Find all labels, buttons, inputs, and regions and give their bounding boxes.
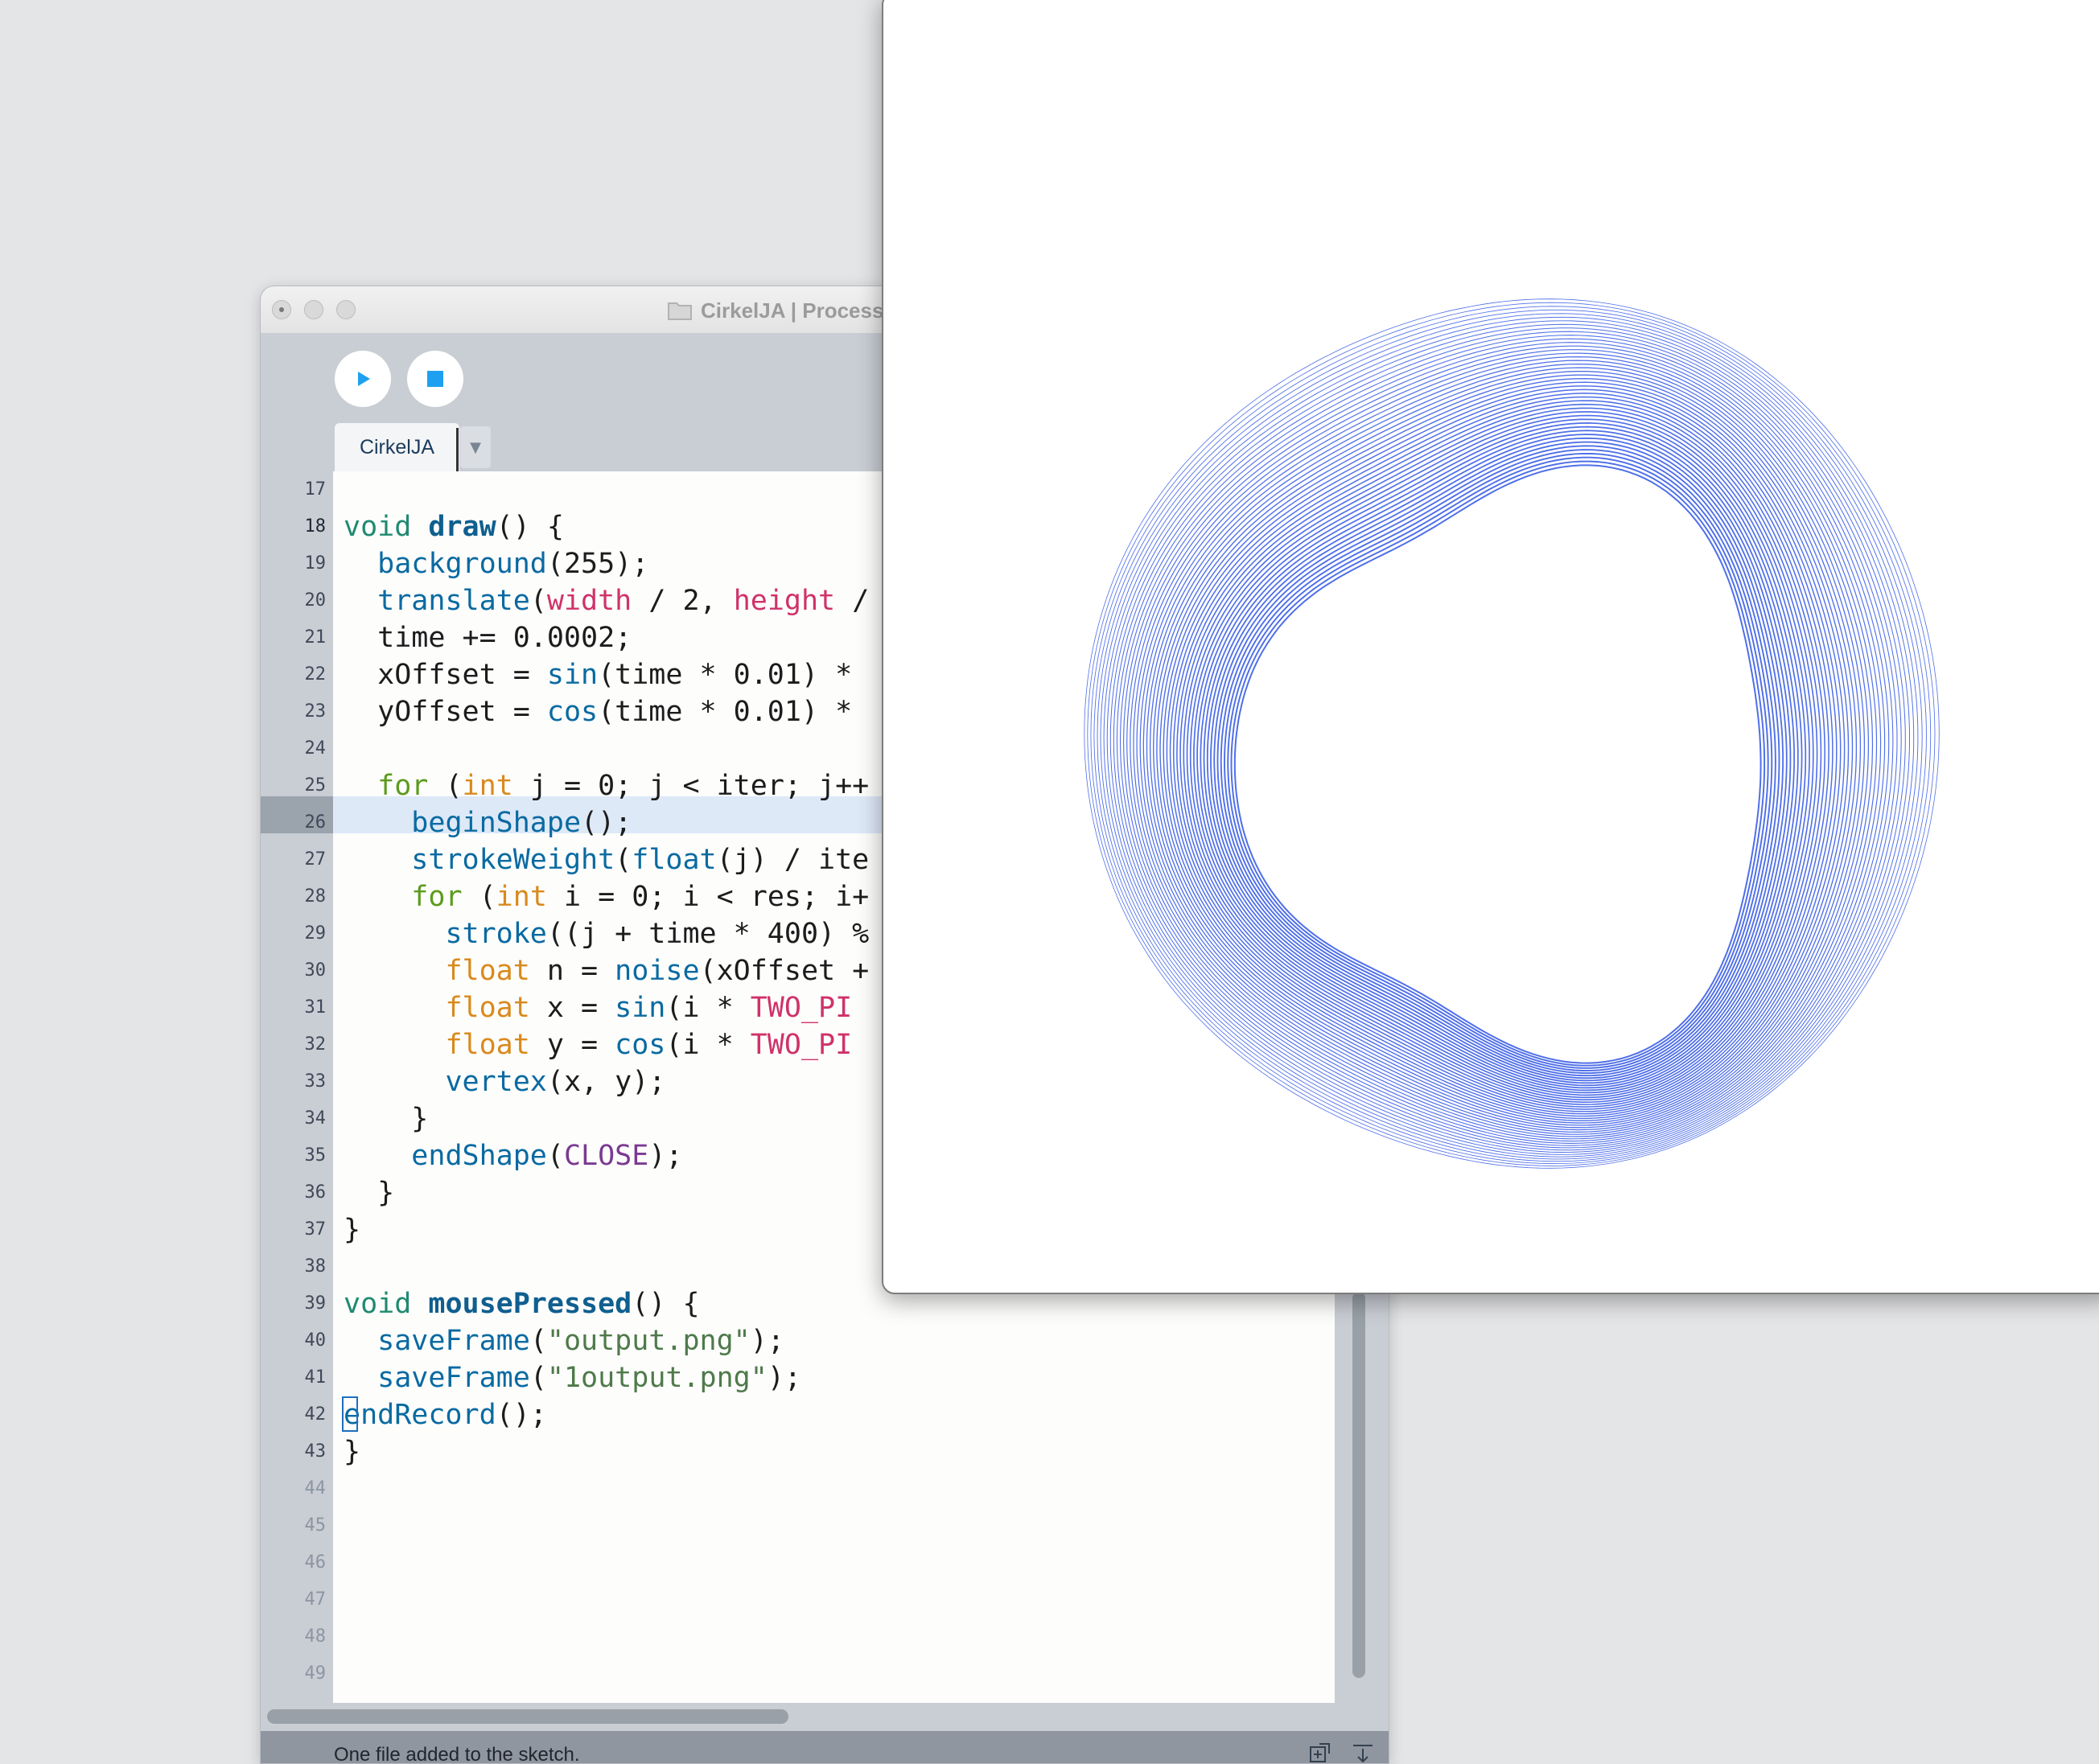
line-number-31: 31 xyxy=(304,997,327,1018)
horizontal-scrollbar[interactable] xyxy=(261,1703,1389,1731)
sketch-output-window[interactable] xyxy=(882,0,2099,1294)
code-line-25: for (int j = 0; j < iter; j++ xyxy=(377,770,870,802)
code-line-41: saveFrame("1output.png"); xyxy=(377,1362,801,1394)
tab-menu-button[interactable]: ▼ xyxy=(460,426,491,468)
line-number-33: 33 xyxy=(304,1071,327,1092)
code-line-20: translate(width / 2, height / xyxy=(377,585,870,617)
tab-cirkelja[interactable]: CirkelJA xyxy=(335,423,459,471)
line-number-29: 29 xyxy=(304,923,327,944)
stop-button[interactable] xyxy=(407,351,463,407)
sketch-ring xyxy=(1216,445,1780,1077)
code-line-40: saveFrame("output.png"); xyxy=(377,1325,784,1357)
line-number-27: 27 xyxy=(304,849,327,870)
sketch-canvas[interactable] xyxy=(883,0,2099,1293)
line-number-36: 36 xyxy=(304,1182,327,1203)
code-line-28: for (int i = 0; i < res; i+ xyxy=(411,881,870,913)
line-number-24: 24 xyxy=(304,738,327,759)
code-line-36: } xyxy=(344,1177,395,1209)
close-window-button[interactable] xyxy=(272,300,291,319)
line-number-38: 38 xyxy=(304,1256,327,1277)
sketch-ring xyxy=(1224,452,1773,1071)
line-number-41: 41 xyxy=(304,1367,327,1388)
add-file-icon[interactable] xyxy=(1308,1742,1332,1763)
status-bar: One file added to the sketch. xyxy=(261,1731,1389,1763)
line-number-44: 44 xyxy=(304,1478,327,1499)
sketch-ring xyxy=(1227,456,1769,1069)
code-line-23: yOffset = cos(time * 0.01) * xyxy=(344,696,853,728)
line-number-34: 34 xyxy=(304,1108,327,1129)
line-number-25: 25 xyxy=(304,775,327,796)
minimize-window-button[interactable] xyxy=(304,300,323,319)
sketch-ring xyxy=(1220,449,1776,1075)
bracket-match-box xyxy=(342,1396,358,1432)
code-line-43: } xyxy=(344,1436,361,1468)
zoom-window-button[interactable] xyxy=(336,300,356,319)
line-number-22: 22 xyxy=(304,664,327,685)
folder-icon xyxy=(668,302,692,320)
line-number-28: 28 xyxy=(304,886,327,907)
line-number-26: 26 xyxy=(304,812,327,833)
line-number-37: 37 xyxy=(304,1219,327,1240)
sketch-ring xyxy=(1097,313,1923,1160)
line-number-42: 42 xyxy=(304,1404,327,1425)
play-icon xyxy=(358,372,370,386)
line-number-19: 19 xyxy=(304,553,327,574)
line-number-23: 23 xyxy=(304,701,327,722)
code-line-30: float n = noise(xOffset + xyxy=(445,955,870,987)
export-icon[interactable] xyxy=(1351,1742,1375,1763)
line-number-46: 46 xyxy=(304,1552,327,1573)
code-line-19: background(255); xyxy=(377,548,649,580)
horizontal-scroll-thumb[interactable] xyxy=(267,1709,788,1724)
code-line-26: beginShape(); xyxy=(411,807,632,839)
code-line-42: endRecord(); xyxy=(344,1399,547,1431)
sketch-ring xyxy=(1169,393,1834,1110)
chevron-down-icon: ▼ xyxy=(470,438,481,456)
line-number-17: 17 xyxy=(304,479,327,500)
line-number-39: 39 xyxy=(304,1293,327,1314)
line-number-18: 18 xyxy=(304,516,327,537)
code-line-32: float y = cos(i * TWO_PI xyxy=(445,1029,853,1061)
line-number-21: 21 xyxy=(304,627,327,648)
sketch-ring xyxy=(1087,302,1936,1166)
code-line-39: void mousePressed() { xyxy=(344,1288,700,1320)
line-number-20: 20 xyxy=(304,590,327,611)
code-line-21: time += 0.0002; xyxy=(344,622,632,654)
line-number-32: 32 xyxy=(304,1034,327,1055)
stop-icon xyxy=(427,371,443,387)
code-line-34: } xyxy=(344,1103,429,1135)
code-line-29: stroke((j + time * 400) % xyxy=(445,918,870,950)
line-number-40: 40 xyxy=(304,1330,327,1351)
close-dot-icon xyxy=(279,307,284,312)
tab-divider xyxy=(456,428,459,471)
line-number-30: 30 xyxy=(304,960,327,981)
code-line-35: endShape(CLOSE); xyxy=(411,1140,683,1172)
code-line-27: strokeWeight(float(j) / ite xyxy=(411,844,870,876)
line-number-35: 35 xyxy=(304,1145,327,1166)
line-number-47: 47 xyxy=(304,1589,327,1610)
line-number-45: 45 xyxy=(304,1515,327,1536)
line-numbers: 17 18 19 20 21 22 23 24 25 26 27 28 29 30 31 32 33 34 35 36… xyxy=(260,471,332,1703)
line-number-43: 43 xyxy=(304,1441,327,1462)
vertical-scroll-thumb[interactable] xyxy=(1352,1292,1365,1678)
code-line-33: vertex(x, y); xyxy=(445,1066,666,1098)
code-line-22: xOffset = sin(time * 0.01) * xyxy=(344,659,853,691)
code-line-37: } xyxy=(344,1214,361,1246)
sketch-ring xyxy=(1206,434,1792,1084)
status-message: One file added to the sketch. xyxy=(334,1744,580,1764)
line-number-49: 49 xyxy=(304,1663,327,1684)
code-line-18: void draw() { xyxy=(344,511,564,543)
run-button[interactable] xyxy=(335,351,391,407)
line-number-48: 48 xyxy=(304,1626,327,1647)
sketch-ring xyxy=(1149,371,1858,1124)
code-line-31: float x = sin(i * TWO_PI xyxy=(445,992,853,1024)
